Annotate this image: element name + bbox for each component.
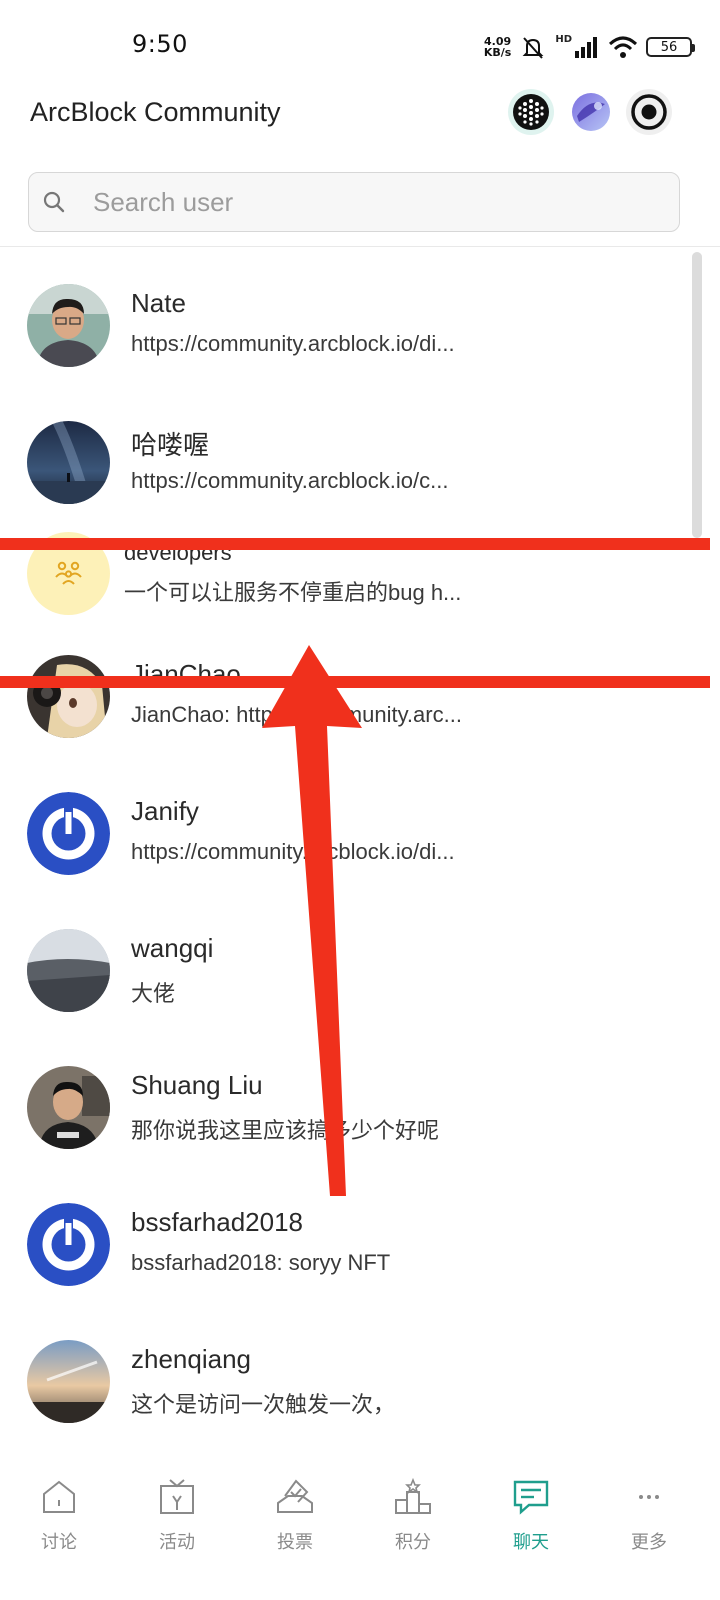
chat-name: wangqi [131, 933, 214, 963]
annotation-line-top [0, 538, 710, 550]
wifi-icon [608, 36, 638, 58]
podium-icon [395, 1477, 431, 1514]
chat-item-wangqi[interactable]: wangqi 大佬 [0, 893, 720, 1030]
status-icons: 4.09 KB/s HD 56 [484, 32, 695, 62]
nav-label: 活动 [159, 1532, 195, 1553]
chat-preview: 大佬 [131, 981, 176, 1006]
page-title: ArcBlock Community [30, 97, 281, 127]
chat-item-halouwo[interactable]: 哈喽喔 https://community.arcblock.io/c... [0, 385, 720, 522]
user-avatar-button[interactable] [568, 89, 614, 135]
chat-preview: 一个可以让服务不停重启的bug h... [124, 580, 462, 605]
status-time: 9:50 [132, 30, 188, 58]
scrollbar[interactable] [692, 252, 702, 538]
avatar [27, 929, 110, 1012]
home-icon [43, 1480, 75, 1513]
nav-item-discussion[interactable]: 讨论 [0, 1462, 118, 1562]
chat-name: zhenqiang [131, 1344, 251, 1374]
nav-label: 讨论 [41, 1532, 77, 1553]
avatar [27, 655, 110, 738]
record-button[interactable] [626, 89, 672, 135]
more-icon [639, 1495, 659, 1499]
chat-name: bssfarhad2018 [131, 1207, 304, 1237]
nav-label: 积分 [395, 1532, 431, 1553]
chat-icon [513, 1480, 549, 1515]
bell-muted-icon [522, 37, 544, 59]
chat-item-nate[interactable]: Nate https://community.arcblock.io/di... [0, 248, 720, 385]
search-icon [43, 191, 65, 213]
annotation-line-bottom [0, 676, 710, 688]
chat-item-shuang-liu[interactable]: Shuang Liu 那你说我这里应该搞多少个好呢 [0, 1030, 720, 1167]
chat-name: Nate [131, 288, 186, 318]
nav-label: 更多 [631, 1532, 667, 1553]
nav-label: 聊天 [513, 1532, 549, 1553]
chat-preview: 这个是访问一次触发一次， [131, 1392, 396, 1417]
chat-preview: JianChao: https://community.arc... [131, 702, 462, 727]
chat-item-zhenqiang[interactable]: zhenqiang 这个是访问一次触发一次， [0, 1304, 720, 1441]
app-header: ArcBlock Community [0, 84, 720, 146]
signal-icon [575, 37, 597, 58]
battery-indicator: 56 [646, 37, 695, 57]
nav-item-vote[interactable]: 投票 [236, 1462, 354, 1562]
chat-preview: https://community.arcblock.io/c... [131, 468, 449, 493]
chat-preview: https://community.arcblock.io/di... [131, 839, 455, 864]
nav-item-events[interactable]: 活动 [118, 1462, 236, 1562]
chat-item-bssfarhad2018[interactable]: bssfarhad2018 bssfarhad2018: soryy NFT [0, 1167, 720, 1304]
dots-logo-button[interactable] [508, 89, 554, 135]
chat-preview: 那你说我这里应该搞多少个好呢 [131, 1118, 440, 1143]
avatar [27, 284, 110, 367]
avatar [27, 1203, 110, 1286]
chat-preview: bssfarhad2018: soryy NFT [131, 1250, 391, 1275]
nav-item-chat[interactable]: 聊天 [472, 1462, 590, 1562]
avatar [27, 1066, 110, 1149]
chat-name: Janify [131, 796, 199, 826]
search-bar[interactable] [28, 172, 680, 232]
nav-item-more[interactable]: 更多 [590, 1462, 708, 1562]
vote-icon [277, 1479, 313, 1513]
status-bar: 9:50 4.09 KB/s HD 56 [0, 0, 720, 92]
hd-label: HD [555, 33, 572, 45]
avatar [27, 792, 110, 875]
avatar [572, 93, 610, 131]
chat-name: 哈喽喔 [131, 430, 210, 460]
nav-label: 投票 [277, 1532, 313, 1553]
chat-item-janify[interactable]: Janify https://community.arcblock.io/di.… [0, 756, 720, 893]
nav-item-points[interactable]: 积分 [354, 1462, 472, 1562]
dots-grid-icon [513, 94, 549, 130]
avatar [27, 1340, 110, 1423]
avatar [27, 421, 110, 504]
network-speed-unit: KB/s [483, 46, 512, 59]
chat-list[interactable]: Nate https://community.arcblock.io/di...… [0, 248, 720, 1460]
gift-icon [160, 1479, 194, 1514]
header-divider [0, 246, 720, 247]
network-speed: 4.09 KB/s [484, 36, 511, 58]
search-input[interactable] [93, 186, 613, 218]
chat-preview: https://community.arcblock.io/di... [131, 331, 455, 356]
target-icon [631, 94, 667, 130]
chat-name: Shuang Liu [131, 1070, 263, 1100]
bottom-nav: 讨论 活动 投票 积分 聊天 更多 [0, 1462, 720, 1600]
